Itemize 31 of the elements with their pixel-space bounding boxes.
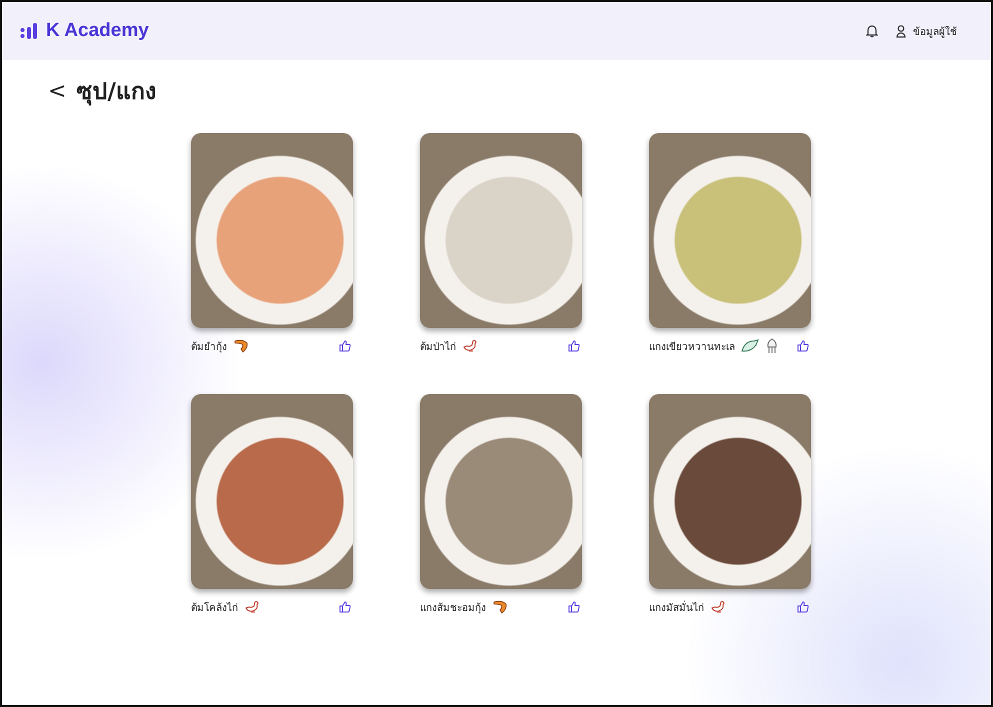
logo-text[interactable]: K Academy bbox=[46, 20, 149, 42]
back-button[interactable]: < bbox=[48, 78, 66, 104]
page-title: ซุป/แกง bbox=[76, 78, 156, 108]
photo-placeholder[interactable] bbox=[649, 133, 811, 328]
chicken-icon bbox=[462, 339, 478, 353]
user-icon bbox=[896, 24, 906, 38]
thumbs-up-icon[interactable] bbox=[568, 601, 580, 613]
thumbs-up-icon[interactable] bbox=[568, 340, 580, 352]
thumbs-up-icon[interactable] bbox=[797, 601, 809, 613]
shrimp-icon bbox=[492, 600, 508, 614]
shrimp-icon bbox=[233, 339, 249, 353]
logo-icon bbox=[20, 23, 38, 39]
dish-name[interactable]: แกงมัสมั่นไก่ bbox=[649, 600, 704, 614]
squid-icon bbox=[765, 338, 779, 354]
dish-name[interactable]: แกงเขียวหวานทะเล bbox=[649, 338, 735, 354]
thumbs-up-icon[interactable] bbox=[339, 601, 351, 613]
dish-name[interactable]: แกงส้มชะอมกุ้ง bbox=[420, 600, 486, 614]
dish-name[interactable]: ต้มป่าไก่ bbox=[420, 338, 456, 354]
thumbs-up-icon[interactable] bbox=[339, 340, 351, 352]
thumbs-up-icon[interactable] bbox=[797, 340, 809, 352]
photo-placeholder[interactable] bbox=[191, 133, 353, 328]
user-menu-button[interactable]: ข้อมูลผู้ใช้ bbox=[896, 24, 957, 38]
photo-placeholder[interactable] bbox=[420, 133, 582, 328]
photo-placeholder[interactable] bbox=[649, 394, 811, 589]
dish-name[interactable]: ต้มโคล้งไก่ bbox=[191, 600, 238, 614]
dish-name[interactable]: ต้มยำกุ้ง bbox=[191, 338, 227, 354]
bell-icon[interactable] bbox=[866, 24, 878, 38]
chicken-icon bbox=[244, 600, 260, 614]
chicken-icon bbox=[710, 600, 726, 614]
photo-placeholder[interactable] bbox=[420, 394, 582, 589]
photo-placeholder[interactable] bbox=[191, 394, 353, 589]
